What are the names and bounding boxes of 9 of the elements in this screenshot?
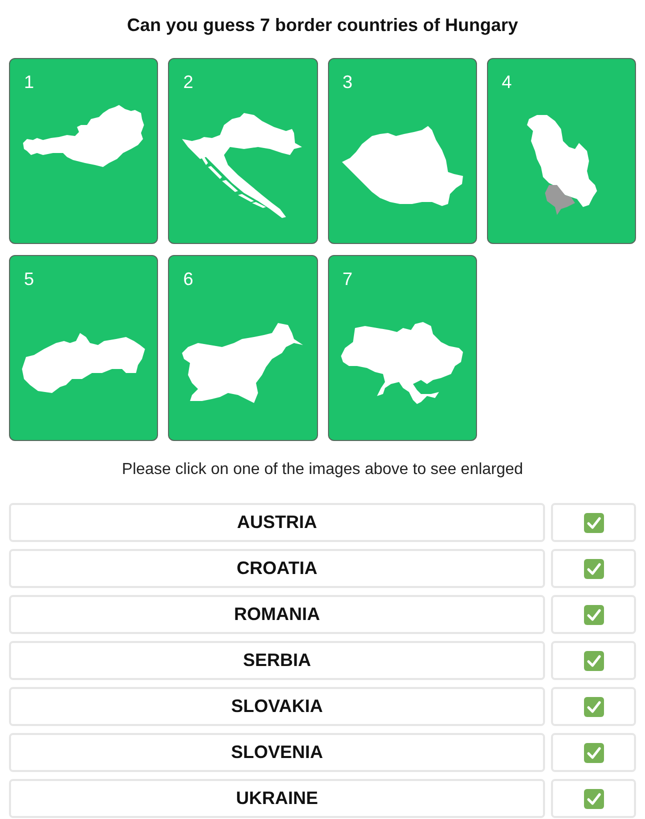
answer-field[interactable]: SLOVAKIA (9, 687, 545, 726)
answer-field[interactable]: CROATIA (9, 549, 545, 588)
answer-field[interactable]: SLOVENIA (9, 733, 545, 772)
instruction-text: Please click on one of the images above to see enlarged (122, 460, 524, 480)
answer-field[interactable]: SERBIA (9, 641, 545, 680)
answer-field[interactable]: AUSTRIA (9, 503, 545, 542)
quiz-title: Can you guess 7 border countries of Hungary (126, 14, 518, 37)
answer-field[interactable]: UKRAINE (9, 779, 545, 818)
answer-field[interactable]: ROMANIA (9, 595, 545, 634)
